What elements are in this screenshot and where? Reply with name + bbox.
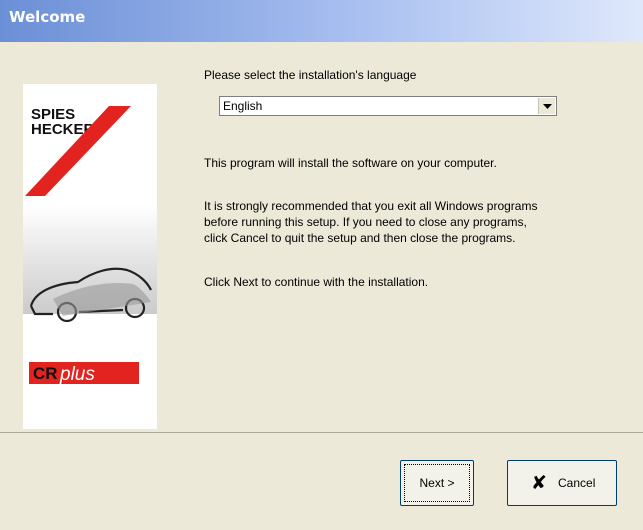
product-plus: plus	[59, 364, 95, 385]
divider	[0, 432, 643, 433]
warning-line-3: click Cancel to quit the setup and then …	[204, 231, 516, 245]
language-dropdown-button[interactable]	[538, 98, 555, 114]
branding-panel: SPIES HECKER CR plus	[23, 84, 157, 429]
language-label: Please select the installation's languag…	[204, 68, 417, 82]
language-select[interactable]: English	[219, 96, 557, 116]
chevron-down-icon	[543, 104, 552, 109]
next-button[interactable]: Next >	[400, 460, 474, 506]
window-title: Welcome	[9, 8, 86, 26]
branding-image: SPIES HECKER CR plus	[23, 84, 157, 429]
language-select-value: English	[223, 99, 263, 113]
warning-text: It is strongly recommended that you exit…	[204, 198, 619, 246]
warning-line-2: before running this setup. If you need t…	[204, 215, 527, 229]
cancel-button-label: Cancel	[558, 476, 596, 490]
cancel-button[interactable]: ✘ Cancel	[507, 460, 617, 506]
next-button-label: Next >	[419, 476, 455, 490]
continue-text: Click Next to continue with the installa…	[204, 275, 429, 289]
close-icon: ✘	[531, 472, 547, 494]
title-bar: Welcome	[0, 0, 643, 42]
warning-line-1: It is strongly recommended that you exit…	[204, 199, 538, 213]
intro-text: This program will install the software o…	[204, 156, 497, 170]
product-cr: CR	[33, 364, 58, 383]
